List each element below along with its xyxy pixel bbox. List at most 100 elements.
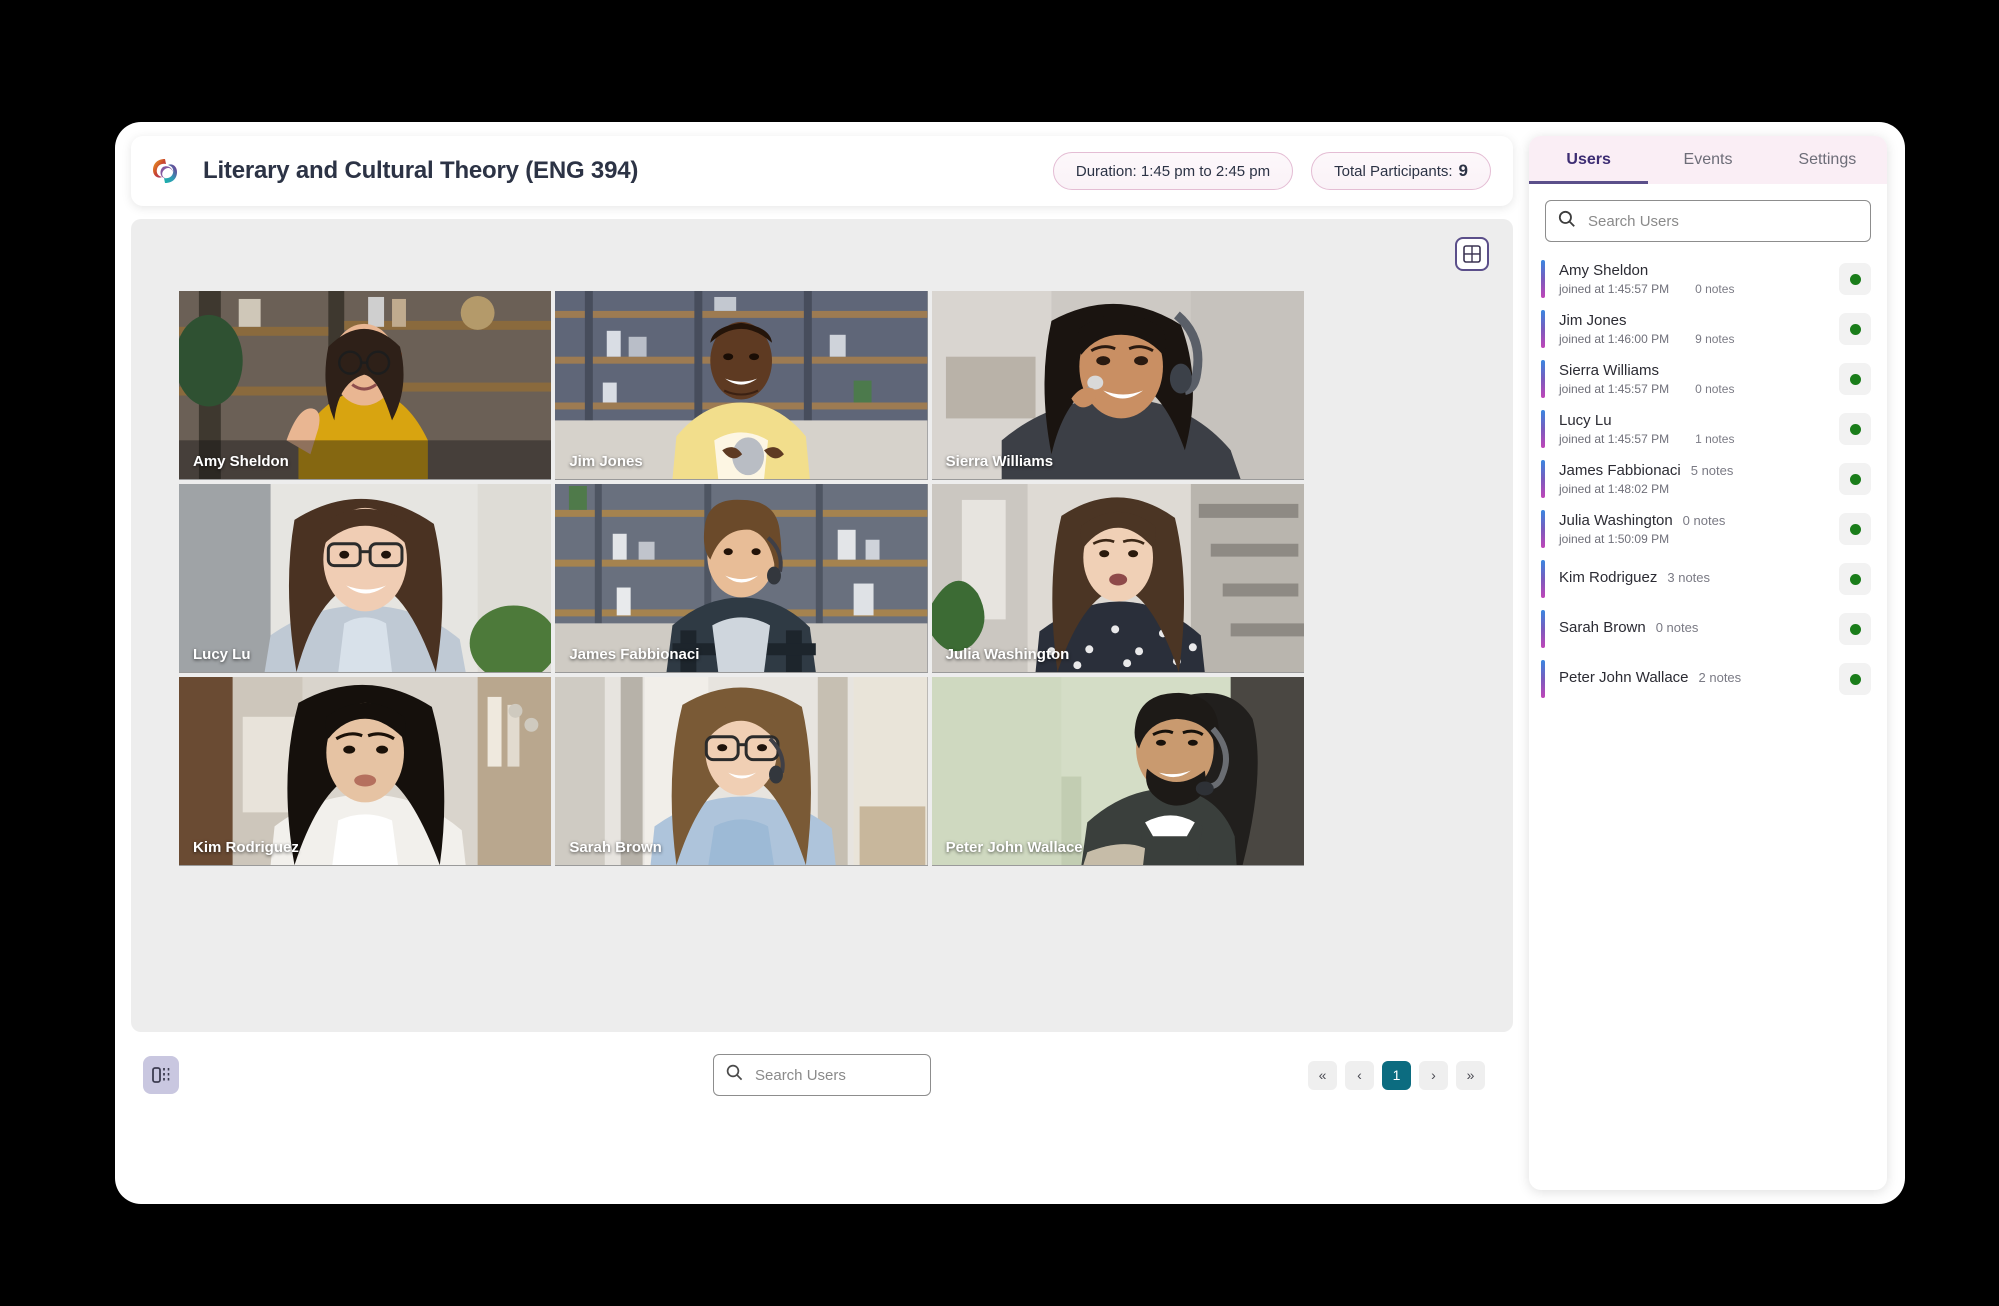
status-badge[interactable] <box>1839 513 1871 545</box>
list-item[interactable]: Lucy Lu joined at 1:45:57 PM 1 notes <box>1529 404 1887 454</box>
user-name: Julia Washington <box>1559 512 1673 529</box>
user-accent-bar <box>1541 310 1545 348</box>
user-accent-bar <box>1541 410 1545 448</box>
user-notes-count: 1 notes <box>1695 432 1735 446</box>
duration-badge-label: Duration: 1:45 pm to 2:45 pm <box>1075 162 1271 180</box>
user-joined-time: joined at 1:48:02 PM <box>1559 482 1670 496</box>
video-tile[interactable]: Jim Jones <box>555 291 928 480</box>
status-dot-online <box>1849 323 1861 335</box>
user-accent-bar <box>1541 610 1545 648</box>
list-item[interactable]: Peter John Wallace 2 notes <box>1529 654 1887 704</box>
user-notes-count: 0 notes <box>1695 282 1735 296</box>
status-dot-online <box>1849 473 1861 485</box>
list-item[interactable]: Sierra Williams joined at 1:45:57 PM 0 n… <box>1529 354 1887 404</box>
pagination-first-button[interactable]: « <box>1308 1060 1337 1090</box>
spiral-logo-icon <box>149 155 181 187</box>
video-tile[interactable]: Kim Rodriguez <box>179 677 552 866</box>
list-item[interactable]: Sarah Brown 0 notes <box>1529 604 1887 654</box>
status-badge[interactable] <box>1839 413 1871 445</box>
user-info: Sarah Brown 0 notes <box>1559 619 1831 639</box>
user-notes-inline: 2 notes <box>1698 670 1742 685</box>
user-info: Amy Sheldon joined at 1:45:57 PM 0 notes <box>1559 262 1831 296</box>
status-badge[interactable] <box>1839 563 1871 595</box>
sidebar-search-box[interactable] <box>1545 200 1871 242</box>
list-item[interactable]: James Fabbionaci 5 notes joined at 1:48:… <box>1529 454 1887 504</box>
user-top-row: Lucy Lu <box>1559 412 1831 429</box>
status-badge[interactable] <box>1839 313 1871 345</box>
user-notes-inline: 0 notes <box>1655 620 1699 635</box>
user-joined-time: joined at 1:46:00 PM <box>1559 332 1670 346</box>
user-name: Kim Rodriguez <box>1559 569 1658 586</box>
tile-name: James Fabbionaci <box>569 646 700 663</box>
video-tile[interactable]: Peter John Wallace <box>931 677 1304 866</box>
user-name: Amy Sheldon <box>1559 262 1649 279</box>
status-dot-online <box>1849 273 1861 285</box>
list-item[interactable]: Julia Washington 0 notes joined at 1:50:… <box>1529 504 1887 554</box>
user-joined-time: joined at 1:45:57 PM <box>1559 382 1670 396</box>
video-tile[interactable]: Amy Sheldon <box>179 291 552 480</box>
user-name: Sierra Williams <box>1559 362 1660 379</box>
tab-settings[interactable]: Settings <box>1768 136 1887 184</box>
video-tile[interactable]: James Fabbionaci <box>555 484 928 673</box>
pagination-page-1-button[interactable]: 1 <box>1382 1060 1411 1090</box>
user-name: Jim Jones <box>1559 312 1627 329</box>
user-info: Lucy Lu joined at 1:45:57 PM 1 notes <box>1559 412 1831 446</box>
user-notes-inline: 0 notes <box>1682 513 1726 528</box>
status-badge[interactable] <box>1839 363 1871 395</box>
participants-label: Total Participants: <box>1334 162 1453 180</box>
user-accent-bar <box>1541 510 1545 548</box>
user-top-row: Sierra Williams <box>1559 362 1831 379</box>
duration-badge: Duration: 1:45 pm to 2:45 pm <box>1052 152 1294 190</box>
video-tile[interactable]: Julia Washington <box>931 484 1304 673</box>
status-badge[interactable] <box>1839 463 1871 495</box>
tile-name: Sierra Williams <box>945 453 1054 470</box>
sidebar-search-input[interactable] <box>1588 212 1858 230</box>
tab-events[interactable]: Events <box>1648 136 1767 184</box>
status-badge[interactable] <box>1839 263 1871 295</box>
tile-name: Jim Jones <box>569 453 643 470</box>
tile-name: Peter John Wallace <box>945 839 1083 856</box>
user-list[interactable]: Amy Sheldon joined at 1:45:57 PM 0 notes… <box>1529 250 1887 1190</box>
footer-search-input[interactable] <box>755 1066 918 1084</box>
status-badge[interactable] <box>1839 613 1871 645</box>
list-item[interactable]: Kim Rodriguez 3 notes <box>1529 554 1887 604</box>
list-item[interactable]: Jim Jones joined at 1:46:00 PM 9 notes <box>1529 304 1887 354</box>
header-bar: Literary and Cultural Theory (ENG 394) D… <box>131 136 1513 206</box>
list-item[interactable]: Amy Sheldon joined at 1:45:57 PM 0 notes <box>1529 254 1887 304</box>
user-top-row: Peter John Wallace 2 notes <box>1559 669 1831 686</box>
user-info: Julia Washington 0 notes joined at 1:50:… <box>1559 512 1831 546</box>
user-notes-inline: 5 notes <box>1690 463 1734 478</box>
status-badge[interactable] <box>1839 663 1871 695</box>
user-top-row: Kim Rodriguez 3 notes <box>1559 569 1831 586</box>
user-notes-count: 0 notes <box>1695 382 1735 396</box>
user-name: Lucy Lu <box>1559 412 1612 429</box>
status-dot-online <box>1849 673 1861 685</box>
user-info: Peter John Wallace 2 notes <box>1559 669 1831 689</box>
user-name: Sarah Brown <box>1559 619 1646 636</box>
grid-layout-icon[interactable] <box>1455 237 1489 271</box>
user-top-row: Sarah Brown 0 notes <box>1559 619 1831 636</box>
tab-users[interactable]: Users <box>1529 136 1649 184</box>
pagination-prev-button[interactable]: ‹ <box>1345 1060 1374 1090</box>
video-tile[interactable]: Sierra Williams <box>931 291 1304 480</box>
video-tile[interactable]: Sarah Brown <box>555 677 928 866</box>
user-info: Kim Rodriguez 3 notes <box>1559 569 1831 589</box>
status-dot-online <box>1849 373 1861 385</box>
video-tile[interactable]: Lucy Lu <box>179 484 552 673</box>
user-name: Peter John Wallace <box>1559 669 1689 686</box>
user-accent-bar <box>1541 260 1545 298</box>
sidebar-tabs: Users Events Settings <box>1529 136 1887 184</box>
status-dot-online <box>1849 573 1861 585</box>
pagination-last-button[interactable]: » <box>1456 1060 1485 1090</box>
search-icon <box>726 1064 743 1086</box>
tile-name: Kim Rodriguez <box>193 839 299 856</box>
pagination: « ‹ 1 › » <box>1308 1060 1485 1090</box>
pagination-next-button[interactable]: › <box>1419 1060 1448 1090</box>
user-name: James Fabbionaci <box>1559 462 1681 479</box>
user-notes-count: 9 notes <box>1695 332 1735 346</box>
footer-search-box[interactable] <box>713 1054 931 1096</box>
status-dot-online <box>1849 523 1861 535</box>
user-info: James Fabbionaci 5 notes joined at 1:48:… <box>1559 462 1831 496</box>
collapse-sidebar-icon[interactable] <box>143 1056 179 1094</box>
status-dot-online <box>1849 623 1861 635</box>
